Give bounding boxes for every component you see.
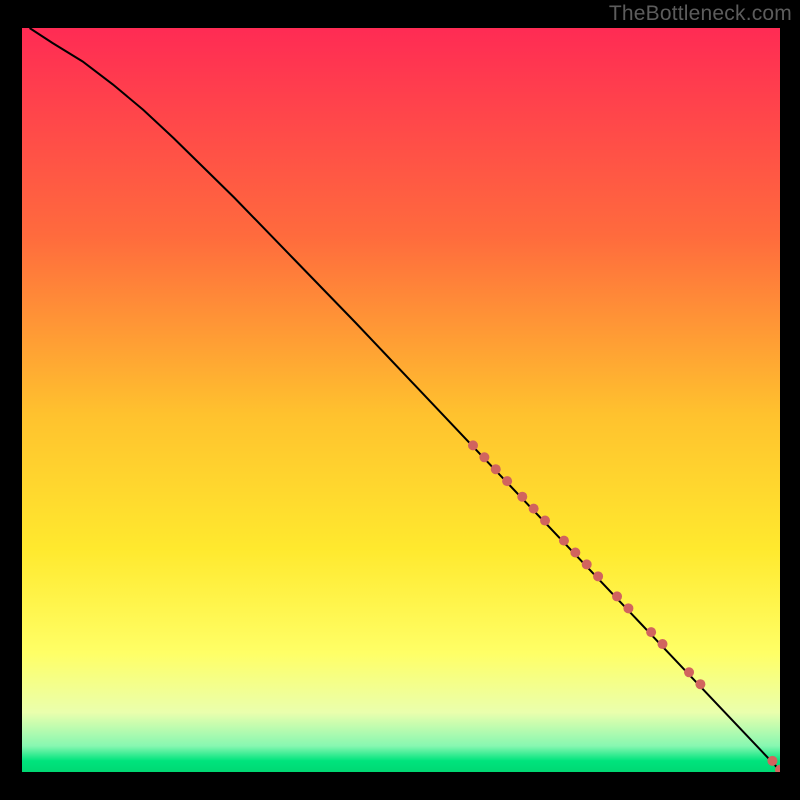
chart-marker — [570, 548, 580, 558]
chart-marker — [695, 679, 705, 689]
chart-marker — [540, 516, 550, 526]
chart-marker — [593, 571, 603, 581]
chart-marker — [582, 559, 592, 569]
chart-marker — [623, 603, 633, 613]
chart-background — [22, 28, 780, 772]
chart-marker — [658, 639, 668, 649]
chart-marker — [684, 667, 694, 677]
chart-marker — [612, 591, 622, 601]
chart-area — [22, 28, 780, 772]
chart-marker — [479, 452, 489, 462]
chart-marker — [559, 536, 569, 546]
chart-marker — [646, 627, 656, 637]
chart-marker — [468, 440, 478, 450]
chart-marker — [529, 504, 539, 514]
chart-marker — [502, 476, 512, 486]
chart-marker — [767, 756, 777, 766]
chart-svg — [22, 28, 780, 772]
watermark-text: TheBottleneck.com — [609, 2, 792, 26]
chart-marker — [517, 492, 527, 502]
chart-marker — [491, 464, 501, 474]
